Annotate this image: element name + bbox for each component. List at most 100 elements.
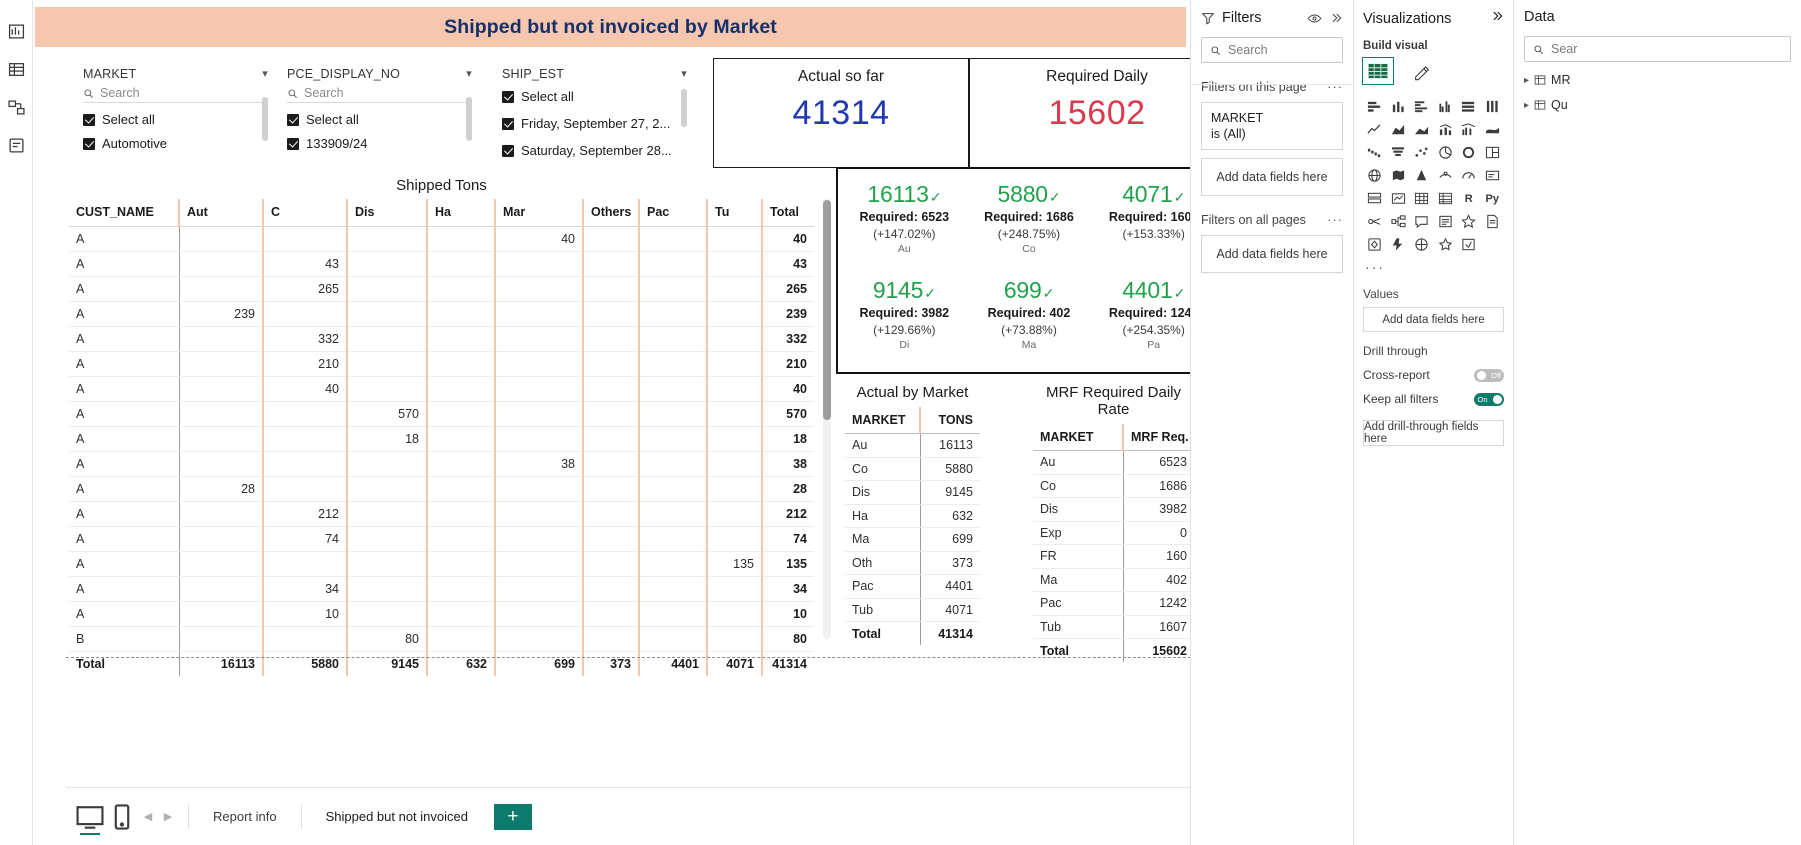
metrics-visual-icon[interactable]	[1457, 211, 1481, 232]
card-icon[interactable]	[1481, 165, 1505, 186]
kpi-card-required-daily[interactable]: Required Daily 15602	[969, 58, 1225, 168]
matrix-col-total[interactable]: Total	[762, 199, 814, 227]
slicer-pce-search[interactable]: Search	[287, 86, 472, 103]
table-row[interactable]: B 80 80	[69, 626, 814, 652]
slicer-ship-est[interactable]: SHIP_EST ▾ Select all Friday, September …	[502, 67, 687, 158]
treemap-icon[interactable]	[1481, 142, 1505, 163]
table-row[interactable]: Co 1686	[1033, 474, 1194, 498]
filter-card-market[interactable]: MARKET is (All)	[1201, 102, 1343, 150]
hide-filter-icon[interactable]	[1307, 11, 1322, 26]
cross-report-toggle[interactable]: Off	[1474, 368, 1504, 382]
data-table-item-mr[interactable]: ▸ MR	[1524, 73, 1791, 87]
slicer-ship-est-header[interactable]: SHIP_EST ▾	[502, 67, 687, 81]
table-row[interactable]: A 212 212	[69, 501, 814, 527]
slicer-market-option-select-all[interactable]: Select all	[83, 112, 268, 127]
slicer-pce-scrollbar[interactable]	[466, 97, 472, 141]
table-row[interactable]: A 239 239	[69, 301, 814, 327]
stacked-bar-chart-icon[interactable]	[1363, 96, 1387, 117]
table-row[interactable]: Ma 699	[845, 527, 980, 552]
checkbox-checked-icon[interactable]	[502, 90, 514, 103]
filters-search-input[interactable]: Search	[1201, 37, 1343, 63]
filled-map-icon[interactable]	[1387, 165, 1411, 186]
mrf-required-visual[interactable]: MRF Required Daily Rate MARKET MRF Req. …	[1033, 384, 1194, 662]
table-row[interactable]: Oth 373	[845, 551, 980, 575]
matrix-scroll-thumb[interactable]	[823, 200, 831, 420]
keep-all-filters-toggle[interactable]: On	[1474, 392, 1504, 406]
power-apps-visual-icon[interactable]	[1363, 234, 1387, 255]
arcgis-maps-icon[interactable]	[1410, 234, 1434, 255]
slicer-market-scrollbar[interactable]	[262, 97, 268, 141]
drill-through-drop-zone[interactable]: Add drill-through fields here	[1363, 420, 1504, 446]
matrix-col-dis[interactable]: Dis	[347, 199, 428, 227]
matrix-col-pac[interactable]: Pac	[639, 199, 708, 227]
kpi-tile[interactable]: 16113✓ Required: 6523 (+147.02%) Au	[842, 177, 967, 273]
build-visual-mode-icon[interactable]	[1362, 57, 1394, 85]
table-row[interactable]: A 40 40	[69, 226, 814, 252]
abm-col-tons[interactable]: TONS	[920, 407, 980, 434]
table-row[interactable]: Ha 632	[845, 504, 980, 528]
clustered-column-chart-icon[interactable]	[1434, 96, 1458, 117]
matrix-col-ha[interactable]: Ha	[427, 199, 496, 227]
import-visual-icon[interactable]	[1457, 234, 1481, 255]
azure-map-icon[interactable]	[1434, 165, 1458, 186]
slicer-ship-est-option-saturday[interactable]: Saturday, September 28...	[502, 143, 687, 158]
abm-col-market[interactable]: MARKET	[845, 407, 921, 434]
matrix-col-tu[interactable]: Tu	[707, 199, 763, 227]
chevron-down-icon[interactable]: ▾	[262, 68, 268, 80]
table-row[interactable]: A 10 10	[69, 601, 814, 627]
slicer-ship-est-scrollbar[interactable]	[681, 89, 687, 127]
table-row[interactable]: Ma 402	[1033, 568, 1194, 592]
python-visual-icon[interactable]: Py	[1481, 188, 1505, 209]
table-row[interactable]: Au 6523	[1033, 450, 1194, 475]
slicer-pce-header[interactable]: PCE_DISPLAY_NO ▾	[287, 67, 472, 81]
stacked-column-chart-icon[interactable]	[1387, 96, 1411, 117]
table-row[interactable]: Dis 9145	[845, 480, 980, 505]
page-tab-report-info[interactable]: Report info	[199, 809, 291, 824]
values-drop-zone[interactable]: Add data fields here	[1363, 307, 1504, 332]
get-more-visuals-icon[interactable]	[1434, 234, 1458, 255]
report-view-icon[interactable]	[7, 22, 25, 40]
kpi-grid-by-market[interactable]: 16113✓ Required: 6523 (+147.02%) Au 5880…	[836, 167, 1222, 374]
matrix-col-mar[interactable]: Mar	[495, 199, 584, 227]
table-icon[interactable]	[1410, 188, 1434, 209]
dax-query-view-icon[interactable]	[7, 136, 25, 154]
mrf-col-req[interactable]: MRF Req.	[1123, 424, 1194, 451]
r-script-visual-icon[interactable]: R	[1457, 188, 1481, 209]
next-page-icon[interactable]: ▶	[158, 810, 178, 823]
gauge-chart-icon[interactable]	[1457, 165, 1481, 186]
table-row[interactable]: Au 16113	[845, 433, 980, 458]
power-automate-visual-icon[interactable]	[1387, 234, 1411, 255]
checkbox-checked-icon[interactable]	[287, 113, 299, 126]
actual-by-market-visual[interactable]: Actual by Market MARKET TONS Au 16113 Co 58…	[845, 384, 980, 645]
table-row[interactable]: A 43 43	[69, 251, 814, 277]
scatter-chart-icon[interactable]	[1410, 142, 1434, 163]
model-view-icon[interactable]	[7, 98, 25, 116]
page-tab-shipped-but-not-invoiced[interactable]: Shipped but not invoiced	[312, 809, 482, 824]
kpi-tile[interactable]: 5880✓ Required: 1686 (+248.75%) Co	[967, 177, 1092, 273]
stacked-area-chart-icon[interactable]	[1410, 119, 1434, 140]
table-row[interactable]: Exp 0	[1033, 521, 1194, 545]
data-search-input[interactable]: Sear	[1524, 36, 1791, 62]
table-row[interactable]: A 570 570	[69, 401, 814, 427]
table-row[interactable]: A 332 332	[69, 326, 814, 352]
table-row[interactable]: A 135 135	[69, 551, 814, 577]
shape-map-icon[interactable]	[1410, 165, 1434, 186]
chevron-down-icon[interactable]: ▾	[466, 68, 472, 80]
hundred-percent-stacked-column-icon[interactable]	[1481, 96, 1505, 117]
add-page-button[interactable]: +	[493, 803, 532, 830]
table-row[interactable]: A 74 74	[69, 526, 814, 552]
decomposition-tree-icon[interactable]	[1387, 211, 1411, 232]
checkbox-checked-icon[interactable]	[287, 137, 299, 150]
table-row[interactable]: Pac 4401	[845, 574, 980, 599]
line-and-stacked-column-icon[interactable]	[1434, 119, 1458, 140]
line-and-clustered-column-icon[interactable]	[1457, 119, 1481, 140]
table-row[interactable]: A 34 34	[69, 576, 814, 602]
chevron-down-icon[interactable]: ▾	[681, 68, 687, 80]
table-row[interactable]: A 210 210	[69, 351, 814, 377]
key-influencers-icon[interactable]	[1363, 211, 1387, 232]
table-row[interactable]: Co 5880	[845, 457, 980, 481]
checkbox-checked-icon[interactable]	[502, 117, 514, 130]
more-options-icon[interactable]: ···	[1327, 79, 1343, 94]
slicer-pce-option-select-all[interactable]: Select all	[287, 112, 472, 127]
checkbox-checked-icon[interactable]	[83, 113, 95, 126]
